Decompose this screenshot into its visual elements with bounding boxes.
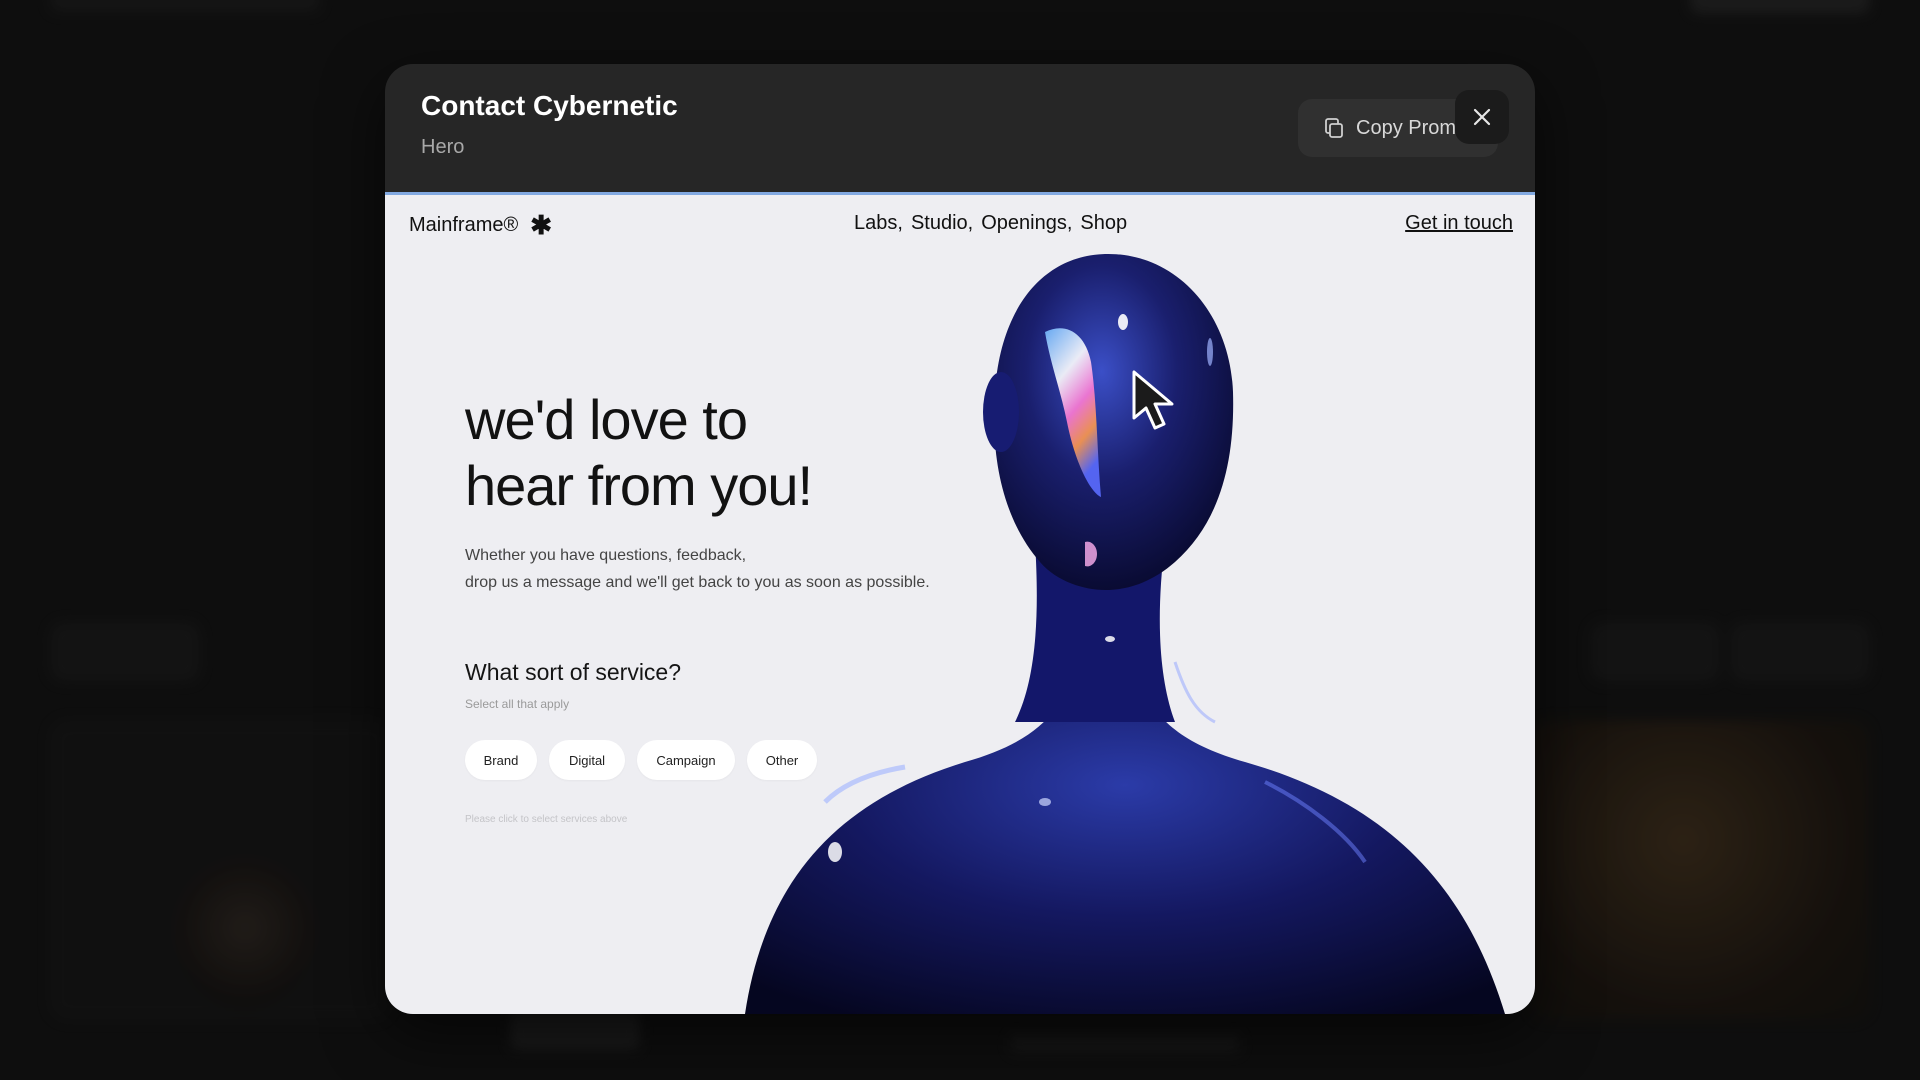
modal-subtitle: Hero	[421, 136, 465, 158]
hero-description-line: Whether you have questions, feedback,	[465, 547, 747, 564]
asterisk-icon: ✱	[530, 210, 553, 240]
service-chip-digital[interactable]: Digital	[549, 740, 625, 780]
nav-item-shop[interactable]: Shop	[1080, 212, 1127, 235]
nav-item-label: Openings	[981, 212, 1067, 234]
nav-item-label: Shop	[1080, 212, 1128, 234]
hero-headline-line: we'd love to	[465, 388, 748, 451]
mouse-pointer-icon	[1132, 370, 1174, 430]
close-icon	[1473, 108, 1491, 126]
chrome-figure-image	[745, 253, 1505, 1014]
hero-description: Whether you have questions, feedback, dr…	[465, 542, 930, 596]
service-question: What sort of service?	[465, 659, 682, 685]
modal-title: Contact Cybernetic	[421, 90, 678, 121]
site-logo-text: Mainframe®	[409, 213, 519, 236]
service-chip-campaign[interactable]: Campaign	[637, 740, 735, 780]
hero-headline: we'd love to hear from you!	[465, 387, 813, 519]
service-footnote: Please click to select services above	[465, 814, 628, 825]
nav-separator: ,	[897, 212, 903, 234]
nav-item-labs[interactable]: Labs,	[854, 212, 907, 235]
nav-separator: ,	[1066, 212, 1073, 234]
site-logo[interactable]: Mainframe® ✱	[409, 212, 552, 238]
service-chip-brand[interactable]: Brand	[465, 740, 537, 780]
copy-icon	[1325, 118, 1343, 138]
service-chip-other[interactable]: Other	[747, 740, 817, 780]
hero-description-line: drop us a message and we'll get back to …	[465, 574, 930, 591]
nav-item-openings[interactable]: Openings,	[981, 212, 1076, 235]
modal-header: Contact Cybernetic Hero Copy Prom	[385, 64, 1535, 192]
nav-item-studio[interactable]: Studio,	[911, 212, 977, 235]
close-button[interactable]	[1455, 90, 1509, 144]
nav-item-label: Studio	[910, 212, 968, 234]
nav-separator: ,	[967, 212, 974, 234]
copy-prompt-label: Copy Prom	[1356, 116, 1457, 139]
nav-item-label: Labs	[854, 212, 898, 234]
get-in-touch-link[interactable]: Get in touch	[1405, 212, 1513, 235]
service-hint: Select all that apply	[465, 697, 570, 711]
site-nav: Labs, Studio, Openings, Shop	[854, 212, 1127, 235]
preview-modal: Contact Cybernetic Hero Copy Prom Mainfr…	[385, 64, 1535, 1014]
hero-headline-line: hear from you!	[465, 454, 813, 517]
service-options: Brand Digital Campaign Other	[465, 740, 817, 780]
template-preview: Mainframe® ✱ Labs, Studio, Openings, Sho…	[385, 192, 1535, 1014]
